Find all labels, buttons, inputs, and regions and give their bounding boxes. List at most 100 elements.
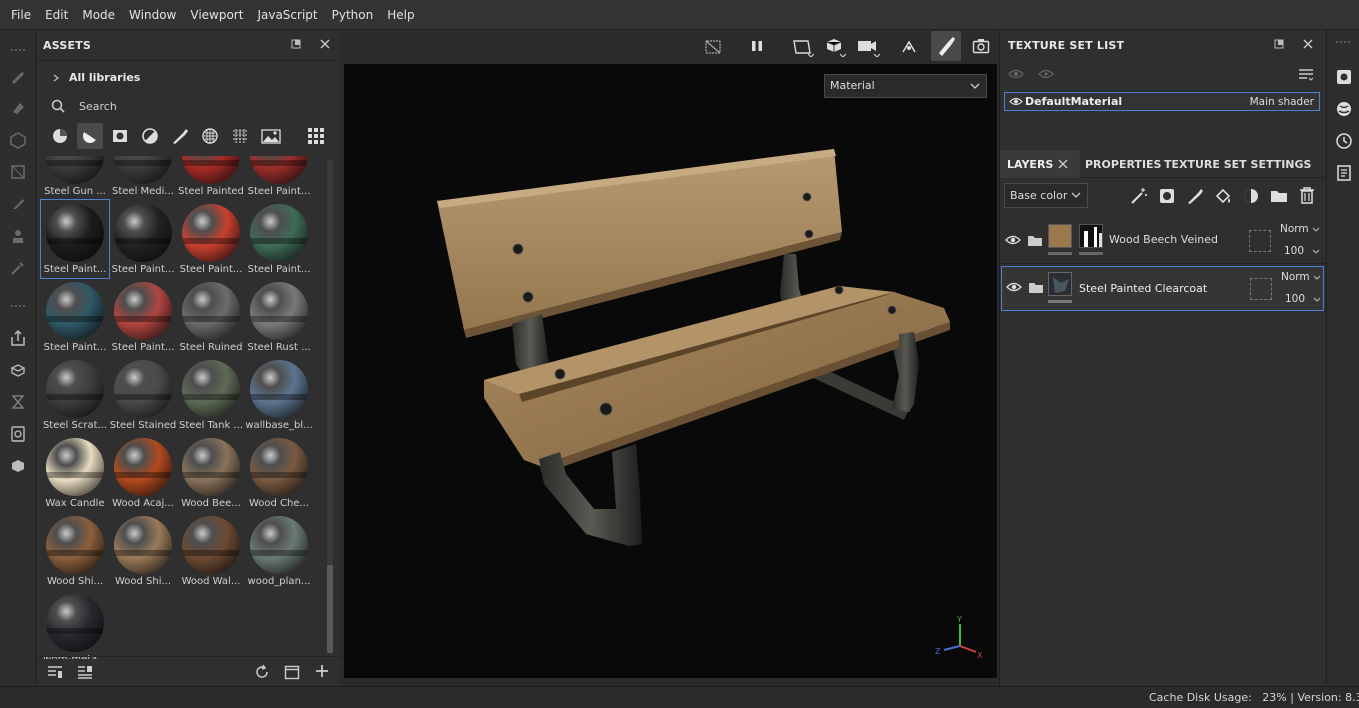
new-window-icon[interactable] — [284, 664, 300, 680]
filter-filters-icon[interactable] — [231, 127, 249, 145]
hide-ui-icon[interactable] — [704, 38, 722, 56]
bake-icon[interactable] — [8, 360, 28, 380]
add-mask-icon[interactable] — [1158, 187, 1176, 205]
asset-tile[interactable]: Wood Shi... — [109, 512, 177, 590]
paint-mode-button[interactable] — [931, 31, 961, 61]
menu-mode[interactable]: Mode — [75, 8, 122, 22]
layer-opacity[interactable]: 100 — [1284, 245, 1304, 257]
asset-tile[interactable]: Steel Paint... — [41, 278, 109, 356]
undock-icon[interactable] — [1274, 39, 1284, 49]
texture-set-options-icon[interactable] — [1298, 68, 1314, 82]
asset-tile[interactable]: Steel Scrat... — [41, 356, 109, 434]
filter-list-icon[interactable] — [47, 665, 63, 679]
filter-all-icon[interactable] — [51, 127, 69, 145]
menu-file[interactable]: File — [4, 8, 38, 22]
eye-icon[interactable] — [1005, 234, 1021, 246]
display-settings-icon[interactable] — [8, 424, 28, 444]
log-icon[interactable] — [1335, 164, 1353, 182]
add-paint-layer-icon[interactable] — [1186, 187, 1204, 205]
breadcrumb[interactable]: All libraries — [51, 71, 140, 84]
layer-row-selected[interactable]: Steel Painted Clearcoat Norm 100 — [1001, 266, 1324, 311]
eye-icon[interactable] — [1009, 96, 1023, 107]
asset-tile[interactable]: Steel Medi... — [109, 156, 177, 200]
menu-python[interactable]: Python — [325, 8, 381, 22]
menu-window[interactable]: Window — [122, 8, 183, 22]
tab-texture-set-settings[interactable]: TEXTURE SET SETTINGS — [1164, 158, 1311, 171]
shader-settings-icon[interactable] — [8, 456, 28, 476]
export-icon[interactable] — [8, 328, 28, 348]
asset-tile[interactable]: Wood Shi... — [41, 512, 109, 590]
layer-row[interactable]: Wood Beech Veined Norm 100 — [1000, 217, 1326, 264]
tab-properties[interactable]: PROPERTIES — [1085, 158, 1161, 171]
add-icon[interactable] — [315, 664, 329, 678]
asset-tile[interactable]: wallbase_bl... — [245, 356, 313, 434]
visibility-toggle-icon[interactable] — [1008, 68, 1024, 80]
filter-brushes-icon[interactable] — [171, 127, 189, 145]
menu-help[interactable]: Help — [380, 8, 421, 22]
asset-tile[interactable]: wood_plan... — [245, 512, 313, 590]
asset-tile[interactable]: Steel Paint... — [177, 200, 245, 278]
smudge-tool-icon[interactable] — [8, 194, 28, 214]
layer-blend-mode[interactable]: Norm — [1280, 223, 1309, 235]
undock-icon[interactable] — [291, 39, 301, 49]
color-picker-tool-icon[interactable] — [8, 258, 28, 278]
delete-layer-icon[interactable] — [1298, 186, 1316, 204]
filter-generators-icon[interactable] — [141, 127, 159, 145]
menu-edit[interactable]: Edit — [38, 8, 75, 22]
pause-icon[interactable] — [750, 39, 764, 53]
close-icon[interactable] — [1302, 38, 1314, 50]
screenshot-icon[interactable] — [972, 37, 990, 55]
add-smart-material-icon[interactable] — [1242, 187, 1260, 205]
asset-tile[interactable]: Steel Paint... — [109, 278, 177, 356]
asset-tile[interactable]: Steel Paint... — [109, 200, 177, 278]
add-effect-icon[interactable] — [1130, 187, 1148, 205]
eye-icon[interactable] — [1006, 281, 1022, 293]
add-folder-icon[interactable] — [1270, 187, 1288, 205]
asset-tile[interactable]: Steel Painted — [177, 156, 245, 200]
close-icon[interactable] — [1058, 159, 1068, 169]
asset-tile[interactable]: Steel Tank ... — [177, 356, 245, 434]
polygon-fill-tool-icon[interactable] — [8, 162, 28, 182]
symmetry-icon[interactable] — [900, 38, 918, 56]
camera-mode-icon[interactable] — [857, 37, 881, 57]
solo-toggle-icon[interactable] — [1038, 68, 1054, 80]
asset-scrollbar-thumb[interactable] — [327, 565, 333, 653]
asset-tile[interactable]: Wood Wal... — [177, 512, 245, 590]
channel-select[interactable]: Base color — [1004, 183, 1088, 208]
asset-tile[interactable]: Wax Candle — [41, 434, 109, 512]
grid-view-icon[interactable] — [307, 127, 325, 145]
paint-brush-tool-icon[interactable] — [8, 66, 28, 86]
projection-tool-icon[interactable] — [8, 130, 28, 150]
asset-tile[interactable]: Steel Paint... — [40, 199, 110, 279]
asset-tile[interactable]: Steel Ruined — [177, 278, 245, 356]
menu-javascript[interactable]: JavaScript — [250, 8, 324, 22]
search-input[interactable]: Search — [47, 94, 331, 118]
environment-icon[interactable] — [1335, 100, 1353, 118]
filter-environments-icon[interactable] — [261, 127, 281, 145]
asset-tile[interactable]: Steel Paint... — [245, 200, 313, 278]
filter-masks-icon[interactable] — [111, 127, 129, 145]
asset-tile[interactable]: Steel Rust ... — [245, 278, 313, 356]
clone-tool-icon[interactable] — [8, 226, 28, 246]
add-fill-layer-icon[interactable] — [1214, 187, 1232, 205]
asset-tile[interactable]: worn-meta... — [41, 590, 109, 659]
asset-tile[interactable]: Steel Paint... — [245, 156, 313, 200]
filter-materials-icon[interactable] — [77, 123, 103, 149]
texture-set-item[interactable]: DefaultMaterial Main shader — [1004, 92, 1320, 111]
layer-blend-mode[interactable]: Norm — [1281, 271, 1310, 283]
layer-opacity[interactable]: 100 — [1285, 293, 1305, 305]
asset-tile[interactable]: Wood Acaj... — [109, 434, 177, 512]
tab-layers[interactable]: LAYERS — [1007, 158, 1053, 171]
asset-tile[interactable]: Wood Che... — [245, 434, 313, 512]
asset-tile[interactable]: Steel Stained — [109, 356, 177, 434]
asset-tile[interactable]: Wood Bee... — [177, 434, 245, 512]
display-settings-icon[interactable] — [1335, 68, 1353, 86]
list-options-icon[interactable] — [77, 665, 93, 679]
asset-tile[interactable]: Steel Gun ... — [41, 156, 109, 200]
filter-textures-icon[interactable] — [201, 127, 219, 145]
3d-viewport[interactable]: Material Y X Z — [344, 64, 997, 678]
refresh-icon[interactable] — [254, 664, 270, 680]
view-cube-icon[interactable] — [825, 37, 847, 57]
projection-mode-icon[interactable] — [792, 37, 814, 57]
history-icon[interactable] — [1335, 132, 1353, 150]
